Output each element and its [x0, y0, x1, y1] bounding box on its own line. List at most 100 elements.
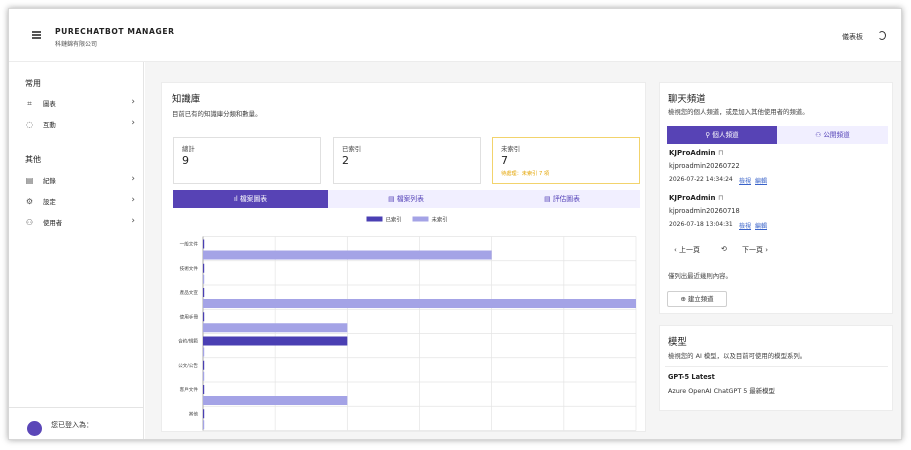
- bar-unindexed: [203, 250, 492, 260]
- channels-note: 僅列出最近幾則內容。: [668, 272, 732, 280]
- stat-unindexed: 未索引 7 待處理：未索引 7 項: [492, 137, 640, 184]
- tab-file-chart[interactable]: ıl 檔案圖表: [173, 190, 328, 208]
- bar-indexed: [203, 263, 205, 273]
- models-title: 模型: [668, 337, 687, 348]
- list-icon: ▤: [388, 195, 397, 203]
- model-name: GPT-5 Latest: [668, 373, 715, 381]
- bar-indexed: [203, 360, 205, 370]
- tab-file-list[interactable]: ▤ 檔案列表: [328, 190, 484, 208]
- stat-indexed: 已索引 2: [333, 137, 481, 184]
- bar-indexed: [203, 385, 205, 394]
- bar-indexed: [203, 409, 205, 419]
- channel-item: KJProAdmin ⊓ kjproadmin20260722 2026-07-…: [669, 149, 884, 189]
- bar-indexed: [203, 312, 205, 322]
- bar-indexed: [203, 288, 205, 297]
- sidebar-item-label: 互動: [43, 121, 56, 129]
- view-link[interactable]: 檢視: [739, 176, 751, 185]
- file-bar-chart: 已索引 未索引一般文件技術文件產品文宣使用手冊合約/規範公文/公告客戶文件其他: [178, 216, 637, 431]
- channel-item: KJProAdmin ⊓ kjproadmin20260718 2026-07-…: [669, 194, 884, 234]
- log-icon: ▤: [25, 176, 34, 185]
- login-status: 您已登入為：: [51, 421, 93, 429]
- next-page-button[interactable]: 下一頁 ›: [742, 245, 768, 255]
- stat-total: 總計 9: [173, 137, 321, 184]
- plus-circle-icon: ⊕: [680, 295, 688, 303]
- avatar[interactable]: [27, 421, 42, 436]
- bar-indexed: [203, 336, 348, 346]
- category-label: 一般文件: [180, 241, 199, 248]
- refresh-icon[interactable]: ⟲: [721, 245, 727, 253]
- channels-card: 聊天頻道 檢視您的個人頻道，或是加入其他使用者的頻道。 ⚲ 個人頻道 ⚇ 公開頻…: [659, 82, 893, 314]
- view-link[interactable]: 檢視: [739, 221, 751, 230]
- sidebar-item-label: 設定: [43, 198, 56, 206]
- sidebar-item-label: 紀錄: [43, 177, 56, 185]
- category-label: 合約/規範: [178, 338, 198, 345]
- sidebar-item-label: 圖表: [43, 100, 56, 108]
- knowledge-card: 知識庫 目前已有的知識庫分類和數量。 總計 9 已索引 2 未索引 7 待處理：…: [161, 82, 646, 432]
- menu-icon[interactable]: [32, 31, 41, 39]
- sidebar-item-label: 使用者: [43, 219, 63, 227]
- chevron-right-icon: ›: [131, 97, 135, 107]
- user-icon[interactable]: [878, 31, 886, 40]
- category-label: 公文/公告: [178, 362, 198, 369]
- lock-icon: ⊓: [717, 194, 724, 202]
- category-label: 其他: [189, 410, 199, 417]
- tab-eval-chart[interactable]: ▤ 評估圖表: [484, 190, 640, 208]
- channel-id: kjproadmin20260722: [669, 162, 740, 170]
- users-icon: ⚇: [25, 218, 34, 227]
- legend-swatch: [412, 216, 429, 222]
- channel-owner: KJProAdmin ⊓: [669, 149, 724, 157]
- chevron-right-icon: ›: [131, 216, 135, 226]
- create-channel-button[interactable]: ⊕ 建立頻道: [667, 291, 727, 307]
- sidebar-item-interaction[interactable]: ◌ 互動 ›: [25, 118, 135, 132]
- bar-unindexed: [203, 396, 348, 405]
- knowledge-desc: 目前已有的知識庫分類和數量。: [172, 110, 262, 118]
- app-window: PURECHATBOT MANAGER 科鏈錦有限公司 儀表板 常用 ⌗ 圖表 …: [8, 8, 902, 440]
- stat-label: 未索引: [501, 145, 521, 153]
- stat-value: 9: [182, 154, 189, 167]
- stat-label: 總計: [182, 145, 195, 153]
- category-label: 使用手冊: [180, 313, 199, 320]
- stat-note: 待處理：未索引 7 項: [501, 171, 550, 177]
- channel-time: 2026-07-22 14:34:24: [669, 176, 733, 183]
- sidebar-item-users[interactable]: ⚇ 使用者 ›: [25, 216, 135, 230]
- chevron-right-icon: ›: [131, 118, 135, 128]
- company-name: 科鏈錦有限公司: [55, 41, 98, 48]
- models-card: 模型 檢視您的 AI 模型，以及目前可使用的模型系列。 GPT-5 Latest…: [659, 325, 893, 411]
- legend-label: 未索引: [432, 216, 448, 224]
- bar-unindexed: [203, 347, 205, 357]
- models-desc: 檢視您的 AI 模型，以及目前可使用的模型系列。: [668, 352, 807, 360]
- chevron-right-icon: ›: [131, 195, 135, 205]
- stat-value: 7: [501, 154, 508, 167]
- tab-public-channels[interactable]: ⚇ 公開頻道: [777, 126, 888, 144]
- gear-icon: ⚙: [25, 197, 34, 206]
- sidebar-footer: 您已登入為：: [9, 407, 144, 439]
- bar-unindexed: [203, 323, 348, 333]
- bar-indexed: [203, 239, 205, 249]
- lock-icon: ⊓: [717, 149, 724, 157]
- dashboard-link[interactable]: 儀表板: [842, 32, 863, 42]
- app-title: PURECHATBOT MANAGER: [55, 27, 175, 36]
- prev-page-button[interactable]: ‹ 上一頁: [674, 245, 700, 255]
- legend-label: 已索引: [386, 216, 402, 224]
- sidebar: 常用 ⌗ 圖表 › ◌ 互動 › 其他 ▤ 紀錄 › ⚙ 設定 › ⚇ 使用者 …: [9, 62, 144, 439]
- bar-unindexed: [203, 371, 205, 381]
- sidebar-item-log[interactable]: ▤ 紀錄 ›: [25, 174, 135, 188]
- bar-unindexed: [203, 274, 205, 284]
- sidebar-item-chart[interactable]: ⌗ 圖表 ›: [25, 97, 135, 111]
- model-desc: Azure OpenAI ChatGPT 5 最新模型: [668, 387, 775, 395]
- channel-time: 2026-07-18 13:04:31: [669, 221, 733, 228]
- stat-label: 已索引: [342, 145, 362, 153]
- channel-tabs: ⚲ 個人頻道 ⚇ 公開頻道: [667, 126, 888, 144]
- bar-unindexed: [203, 420, 205, 430]
- chevron-right-icon: ›: [763, 246, 769, 254]
- top-bar: PURECHATBOT MANAGER 科鏈錦有限公司 儀表板: [9, 9, 901, 62]
- edit-link[interactable]: 編輯: [755, 221, 767, 230]
- bar-unindexed: [203, 299, 636, 308]
- model-item[interactable]: GPT-5 Latest Azure OpenAI ChatGPT 5 最新模型: [665, 366, 888, 401]
- channels-desc: 檢視您的個人頻道，或是加入其他使用者的頻道。: [668, 108, 809, 116]
- sidebar-item-settings[interactable]: ⚙ 設定 ›: [25, 195, 135, 209]
- category-label: 技術文件: [180, 265, 199, 272]
- category-label: 客戶文件: [180, 386, 199, 393]
- edit-link[interactable]: 編輯: [755, 176, 767, 185]
- tab-personal-channels[interactable]: ⚲ 個人頻道: [667, 126, 777, 144]
